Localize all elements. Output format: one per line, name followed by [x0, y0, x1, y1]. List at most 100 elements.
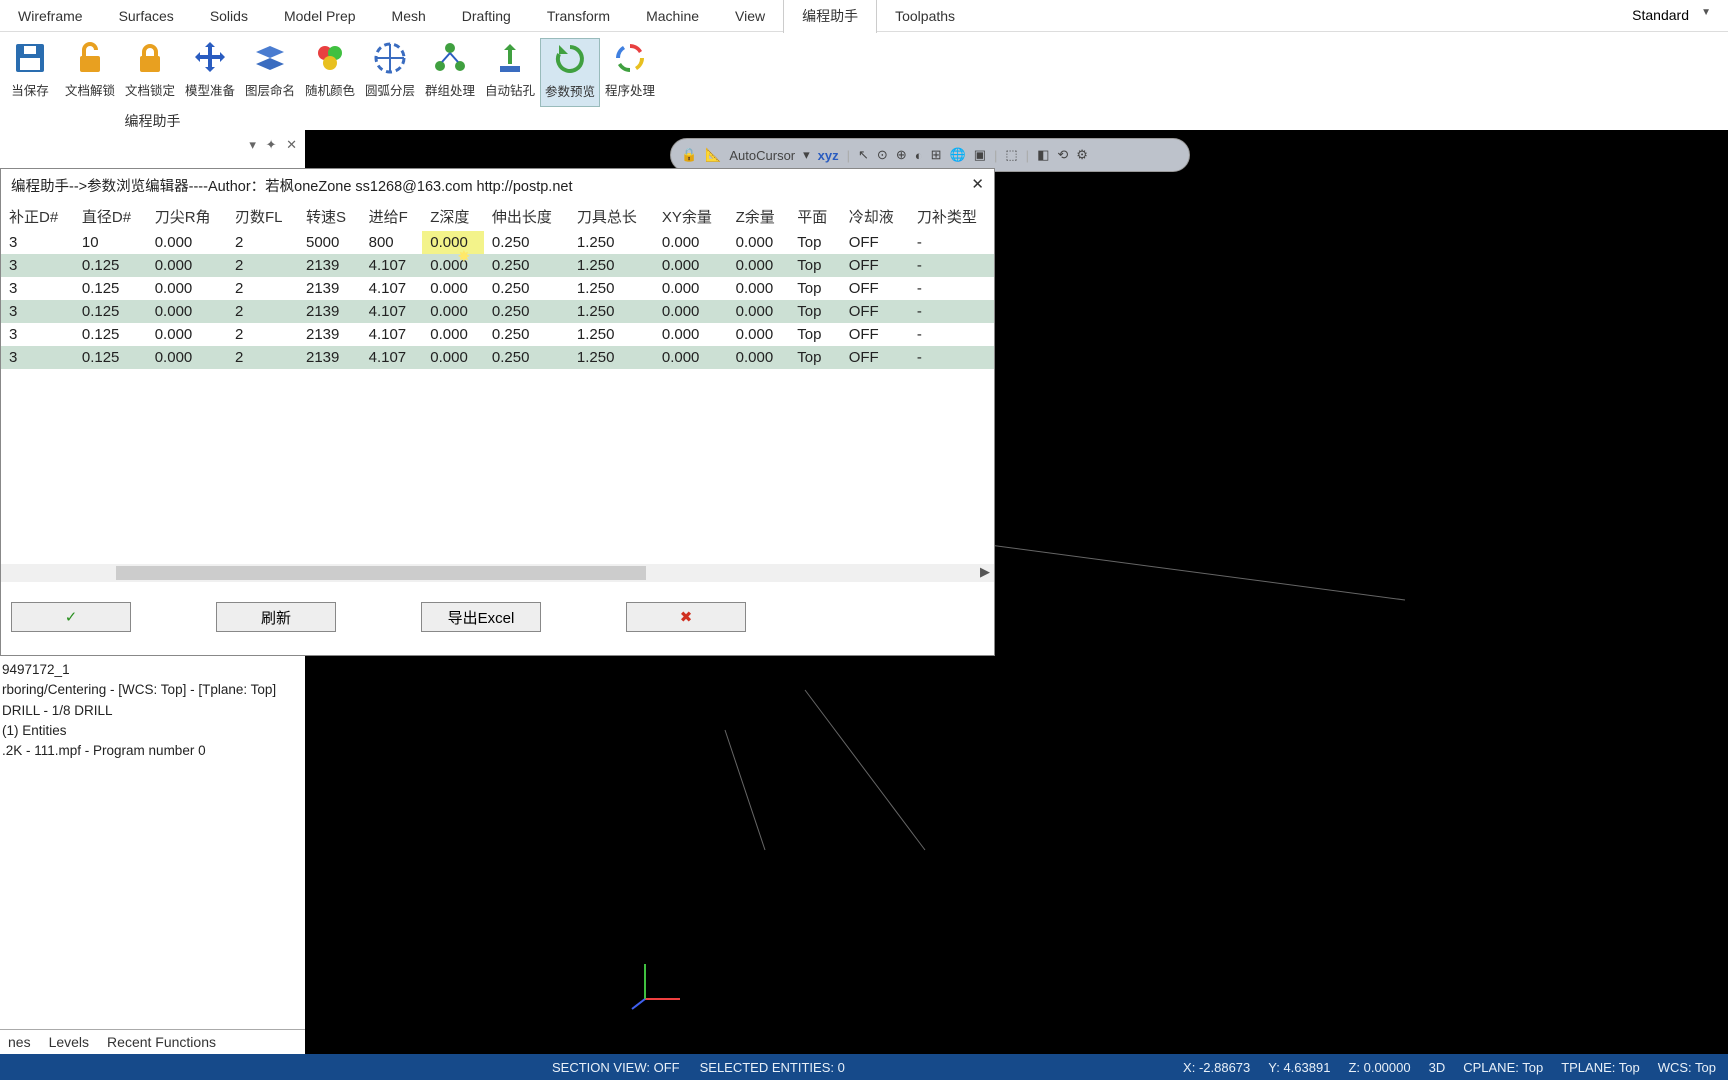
- col-header[interactable]: 刀具总长: [569, 202, 654, 231]
- table-cell[interactable]: 0.000: [728, 346, 790, 369]
- table-cell[interactable]: Top: [789, 346, 840, 369]
- menu-drafting[interactable]: Drafting: [444, 1, 529, 31]
- menu-view[interactable]: View: [717, 1, 783, 31]
- table-cell[interactable]: 0.000: [654, 300, 728, 323]
- table-cell[interactable]: 10: [74, 231, 147, 254]
- table-cell[interactable]: 0.000: [422, 254, 484, 277]
- menu-mesh[interactable]: Mesh: [374, 1, 444, 31]
- table-cell[interactable]: 4.107: [361, 346, 423, 369]
- table-cell[interactable]: 1.250: [569, 254, 654, 277]
- table-cell[interactable]: -: [909, 231, 994, 254]
- tool-unlock-doc[interactable]: 文档解锁: [60, 38, 120, 107]
- table-cell[interactable]: OFF: [841, 300, 909, 323]
- table-cell[interactable]: 1.250: [569, 277, 654, 300]
- table-cell[interactable]: 0.125: [74, 346, 147, 369]
- autocursor-toolbar[interactable]: 🔒 📐 AutoCursor ▾ xyz | ↖ ⊙ ⊕ ◐ ⊞ 🌐 ▣ | ⬚…: [670, 138, 1190, 172]
- tool-lock-doc[interactable]: 文档锁定: [120, 38, 180, 107]
- table-cell[interactable]: 0.000: [654, 277, 728, 300]
- table-cell[interactable]: 0.000: [654, 346, 728, 369]
- table-cell[interactable]: 3: [1, 323, 74, 346]
- menu-wireframe[interactable]: Wireframe: [0, 1, 101, 31]
- box-icon[interactable]: ▣: [974, 147, 986, 163]
- table-cell[interactable]: 4.107: [361, 254, 423, 277]
- tab-levels[interactable]: Levels: [49, 1034, 89, 1050]
- col-header[interactable]: XY余量: [654, 202, 728, 231]
- menu-programming-assistant[interactable]: 编程助手: [783, 0, 877, 33]
- table-cell[interactable]: 2: [227, 323, 298, 346]
- table-cell[interactable]: 2139: [298, 277, 361, 300]
- tool-save[interactable]: 当保存: [0, 38, 60, 107]
- dialog-close-icon[interactable]: ✕: [971, 175, 984, 196]
- menu-modelprep[interactable]: Model Prep: [266, 1, 374, 31]
- table-cell[interactable]: 0.000: [147, 231, 227, 254]
- snap3-icon[interactable]: ◐: [915, 148, 923, 163]
- status-3d[interactable]: 3D: [1429, 1060, 1446, 1075]
- col-header[interactable]: 刀补类型: [909, 202, 994, 231]
- status-tplane[interactable]: TPLANE: Top: [1561, 1060, 1640, 1075]
- table-row[interactable]: 30.1250.000221394.1070.0000.2501.2500.00…: [1, 277, 994, 300]
- table-cell[interactable]: 0.000: [422, 231, 484, 254]
- tool-param-preview[interactable]: 参数预览: [540, 38, 600, 107]
- col-header[interactable]: 进给F: [361, 202, 423, 231]
- table-cell[interactable]: 1.250: [569, 323, 654, 346]
- snap-icon[interactable]: ⊙: [877, 147, 888, 163]
- tool-model-prep[interactable]: 模型准备: [180, 38, 240, 107]
- table-cell[interactable]: OFF: [841, 231, 909, 254]
- table-cell[interactable]: 0.000: [422, 300, 484, 323]
- xyz-label[interactable]: xyz: [818, 148, 839, 163]
- table-cell[interactable]: 0.000: [422, 277, 484, 300]
- panel-pin-icon[interactable]: ✦: [266, 137, 277, 152]
- table-row[interactable]: 3100.000250008000.0000.2501.2500.0000.00…: [1, 231, 994, 254]
- table-cell[interactable]: 0.000: [728, 300, 790, 323]
- table-cell[interactable]: 1.250: [569, 346, 654, 369]
- menu-toolpaths[interactable]: Toolpaths: [877, 1, 973, 31]
- col-header[interactable]: Z深度: [422, 202, 484, 231]
- snap2-icon[interactable]: ⊕: [896, 147, 907, 163]
- status-section-view[interactable]: SECTION VIEW: OFF: [552, 1060, 680, 1075]
- table-cell[interactable]: 1.250: [569, 300, 654, 323]
- col-header[interactable]: Z余量: [728, 202, 790, 231]
- table-cell[interactable]: -: [909, 300, 994, 323]
- table-cell[interactable]: 0.000: [654, 254, 728, 277]
- table-cell[interactable]: 0.250: [484, 231, 569, 254]
- col-header[interactable]: 补正D#: [1, 202, 74, 231]
- tab-planes[interactable]: nes: [8, 1034, 31, 1050]
- autocursor-icon[interactable]: 📐: [705, 147, 721, 163]
- table-cell[interactable]: -: [909, 323, 994, 346]
- cancel-button[interactable]: ✖: [626, 602, 746, 632]
- table-cell[interactable]: 5000: [298, 231, 361, 254]
- table-cell[interactable]: 2: [227, 346, 298, 369]
- table-cell[interactable]: -: [909, 346, 994, 369]
- tool-arc-layering[interactable]: 圆弧分层: [360, 38, 420, 107]
- table-row[interactable]: 30.1250.000221394.1070.0000.2501.2500.00…: [1, 323, 994, 346]
- globe-icon[interactable]: 🌐: [950, 147, 966, 163]
- table-cell[interactable]: 0.000: [654, 323, 728, 346]
- tool1-icon[interactable]: ◧: [1037, 147, 1049, 163]
- col-header[interactable]: 伸出长度: [484, 202, 569, 231]
- table-cell[interactable]: 0.000: [147, 254, 227, 277]
- menu-surfaces[interactable]: Surfaces: [101, 1, 192, 31]
- col-header[interactable]: 冷却液: [841, 202, 909, 231]
- status-wcs[interactable]: WCS: Top: [1658, 1060, 1716, 1075]
- status-cplane[interactable]: CPLANE: Top: [1463, 1060, 1543, 1075]
- table-cell[interactable]: 0.000: [147, 300, 227, 323]
- table-cell[interactable]: 2139: [298, 346, 361, 369]
- table-cell[interactable]: 0.000: [728, 323, 790, 346]
- table-cell[interactable]: 3: [1, 277, 74, 300]
- tab-recent-functions[interactable]: Recent Functions: [107, 1034, 216, 1050]
- table-cell[interactable]: 0.000: [728, 254, 790, 277]
- menu-machine[interactable]: Machine: [628, 1, 717, 31]
- table-cell[interactable]: 0.000: [422, 323, 484, 346]
- select-icon[interactable]: ⬚: [1005, 147, 1017, 163]
- table-cell[interactable]: 2: [227, 254, 298, 277]
- menu-solids[interactable]: Solids: [192, 1, 266, 31]
- table-cell[interactable]: OFF: [841, 254, 909, 277]
- table-cell[interactable]: 2139: [298, 254, 361, 277]
- table-cell[interactable]: 0.125: [74, 254, 147, 277]
- table-cell[interactable]: 0.000: [147, 346, 227, 369]
- table-cell[interactable]: 2: [227, 277, 298, 300]
- table-cell[interactable]: 0.000: [422, 346, 484, 369]
- table-cell[interactable]: Top: [789, 254, 840, 277]
- dialog-titlebar[interactable]: 编程助手-->参数浏览编辑器----Author：若枫oneZone ss126…: [1, 169, 994, 202]
- table-cell[interactable]: 3: [1, 231, 74, 254]
